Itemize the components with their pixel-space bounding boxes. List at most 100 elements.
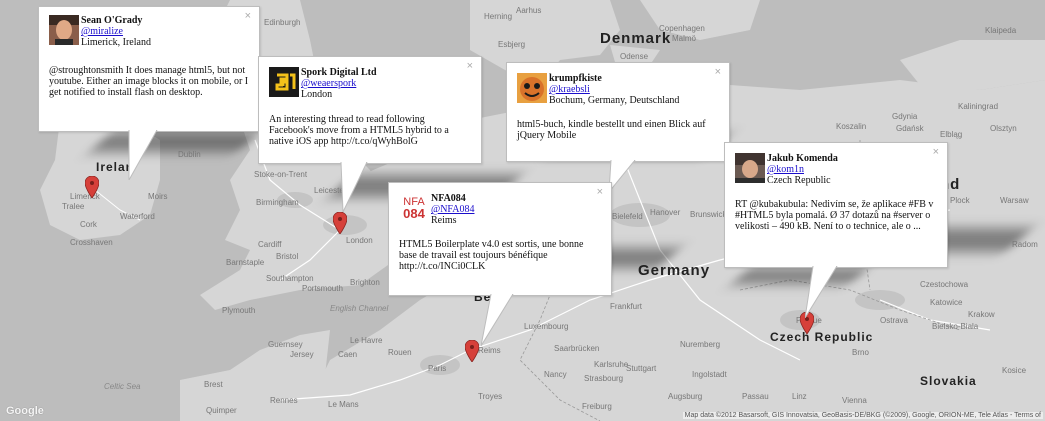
city-label: Brighton xyxy=(350,278,380,287)
close-icon[interactable]: × xyxy=(933,146,939,158)
city-label: Paris xyxy=(428,364,447,373)
city-label: Portsmouth xyxy=(302,284,343,293)
avatar xyxy=(269,67,299,97)
map-marker-limerick[interactable] xyxy=(85,176,99,198)
city-label: Plymouth xyxy=(222,306,256,315)
city-label: Esbjerg xyxy=(498,40,526,49)
city-label: Brest xyxy=(204,380,223,389)
city-label: Reims xyxy=(478,346,501,355)
bubble-tail xyxy=(481,294,514,346)
country-label-czech: Czech Republic xyxy=(770,330,874,344)
city-label: Guernsey xyxy=(268,340,303,349)
tweet-author-name: krumpfkiste xyxy=(549,73,602,84)
city-label: Aarhus xyxy=(516,6,542,15)
tweet-text: An interesting thread to read following … xyxy=(269,114,449,147)
city-label: Southampton xyxy=(266,274,314,283)
city-label: Nuremberg xyxy=(680,340,721,349)
city-label: Edinburgh xyxy=(264,18,301,27)
tweet-text: @stroughtonsmith It does manage html5, b… xyxy=(49,65,249,98)
nfa-logo-bottom: 084 xyxy=(403,206,425,221)
city-label: Luxembourg xyxy=(524,322,569,331)
bubble-tail xyxy=(128,130,158,180)
close-icon[interactable]: × xyxy=(467,60,473,72)
country-label-denmark: Denmark xyxy=(600,30,672,47)
city-label: Radom xyxy=(1012,240,1038,249)
tweet-info-window: × Jakub Komenda @kom1n Czech Republic RT… xyxy=(724,142,948,318)
city-label: Brno xyxy=(852,348,869,357)
city-label: Klaipeda xyxy=(985,26,1017,35)
city-label: Vienna xyxy=(842,396,867,405)
city-label: London xyxy=(346,236,373,245)
city-label: Czestochowa xyxy=(920,280,969,289)
tweet-text: html5-buch, kindle bestellt und einen Bl… xyxy=(517,119,706,141)
city-label: Plock xyxy=(950,196,970,205)
tweet-author-location: Bochum, Germany, Deutschland xyxy=(549,95,680,106)
tweet-author-handle[interactable]: @kom1n xyxy=(767,164,838,175)
tweet-author-handle[interactable]: @NFA084 xyxy=(431,204,474,215)
avatar xyxy=(517,73,547,103)
city-label: Bielefeld xyxy=(612,212,643,221)
tweet-author-location: London xyxy=(301,89,333,100)
bubble-tail xyxy=(340,162,368,212)
map-canvas[interactable]: Edinburgh Herning Aarhus Copenhagen Malm… xyxy=(0,0,1045,421)
tweet-author-location: Czech Republic xyxy=(767,175,831,186)
city-label: Stuttgart xyxy=(626,364,657,373)
tweet-text: RT @kubakubula: Nedivím se, že aplikace … xyxy=(735,199,934,232)
city-label: Crosshaven xyxy=(70,238,113,247)
tweet-info-window: × Spork Digital Ltd @weaerspork London A… xyxy=(258,56,482,212)
map-marker-london[interactable] xyxy=(333,212,347,234)
city-label: Bielsko-Biala xyxy=(932,322,979,331)
city-label: Koszalin xyxy=(836,122,867,131)
country-label-germany: Germany xyxy=(638,262,711,279)
city-label: Cork xyxy=(80,220,97,229)
tweet-info-window: × Sean O'Grady @miralize Limerick, Irela… xyxy=(38,6,260,180)
city-label: Freiburg xyxy=(582,402,612,411)
tweet-author-handle[interactable]: @kraebsli xyxy=(549,84,679,95)
city-label: Moirs xyxy=(148,192,168,201)
map-attribution[interactable]: Map data ©2012 Basarsoft, GIS Innovatsia… xyxy=(682,412,1043,419)
close-icon[interactable]: × xyxy=(245,10,251,22)
city-label: Stoke-on-Trent xyxy=(254,170,308,179)
city-label: Odense xyxy=(620,52,649,61)
tweet-author-name: Spork Digital Ltd xyxy=(301,67,377,78)
city-label: Krakow xyxy=(968,310,995,319)
city-label: Birmingham xyxy=(256,198,299,207)
city-label: Kaliningrad xyxy=(958,102,999,111)
tweet-author-handle[interactable]: @miralize xyxy=(81,26,151,37)
city-label: Malmö xyxy=(672,34,697,43)
city-label: Warsaw xyxy=(1000,196,1029,205)
city-label: Barnstaple xyxy=(226,258,265,267)
city-label: Brunswick xyxy=(690,210,727,219)
city-label: Cardiff xyxy=(258,240,282,249)
city-label: Kosice xyxy=(1002,366,1027,375)
bubble-tail xyxy=(805,266,838,318)
map-marker-reims[interactable] xyxy=(465,340,479,362)
city-label: Tralee xyxy=(62,202,85,211)
tweet-author-location: Reims xyxy=(431,215,457,226)
bubble-shadow xyxy=(90,132,260,152)
city-label: Quimper xyxy=(206,406,237,415)
city-label: Linz xyxy=(792,392,807,401)
city-label: Saarbrücken xyxy=(554,344,600,353)
close-icon[interactable]: × xyxy=(597,186,603,198)
city-label: Hanover xyxy=(650,208,681,217)
close-icon[interactable]: × xyxy=(715,66,721,78)
google-logo[interactable]: Google xyxy=(6,405,44,417)
city-label: Frankfurt xyxy=(610,302,643,311)
city-label: Waterford xyxy=(120,212,155,221)
city-label: Strasbourg xyxy=(584,374,624,383)
tweet-text: HTML5 Boilerplate v4.0 est sortis, une b… xyxy=(399,239,584,272)
city-label: Gdynia xyxy=(892,112,918,121)
tweet-author-name: Sean O'Grady xyxy=(81,15,143,26)
city-label: Rouen xyxy=(388,348,412,357)
city-label: Rennes xyxy=(270,396,298,405)
city-label: Augsburg xyxy=(668,392,703,401)
tweet-author-location: Limerick, Ireland xyxy=(81,37,151,48)
city-label: Le Havre xyxy=(350,336,383,345)
city-label: Le Mans xyxy=(328,400,359,409)
avatar xyxy=(49,15,79,45)
city-label: Dublin xyxy=(178,150,201,159)
city-label: Ostrava xyxy=(880,316,909,325)
tweet-author-handle[interactable]: @weaerspork xyxy=(301,78,377,89)
city-label: Troyes xyxy=(478,392,503,401)
